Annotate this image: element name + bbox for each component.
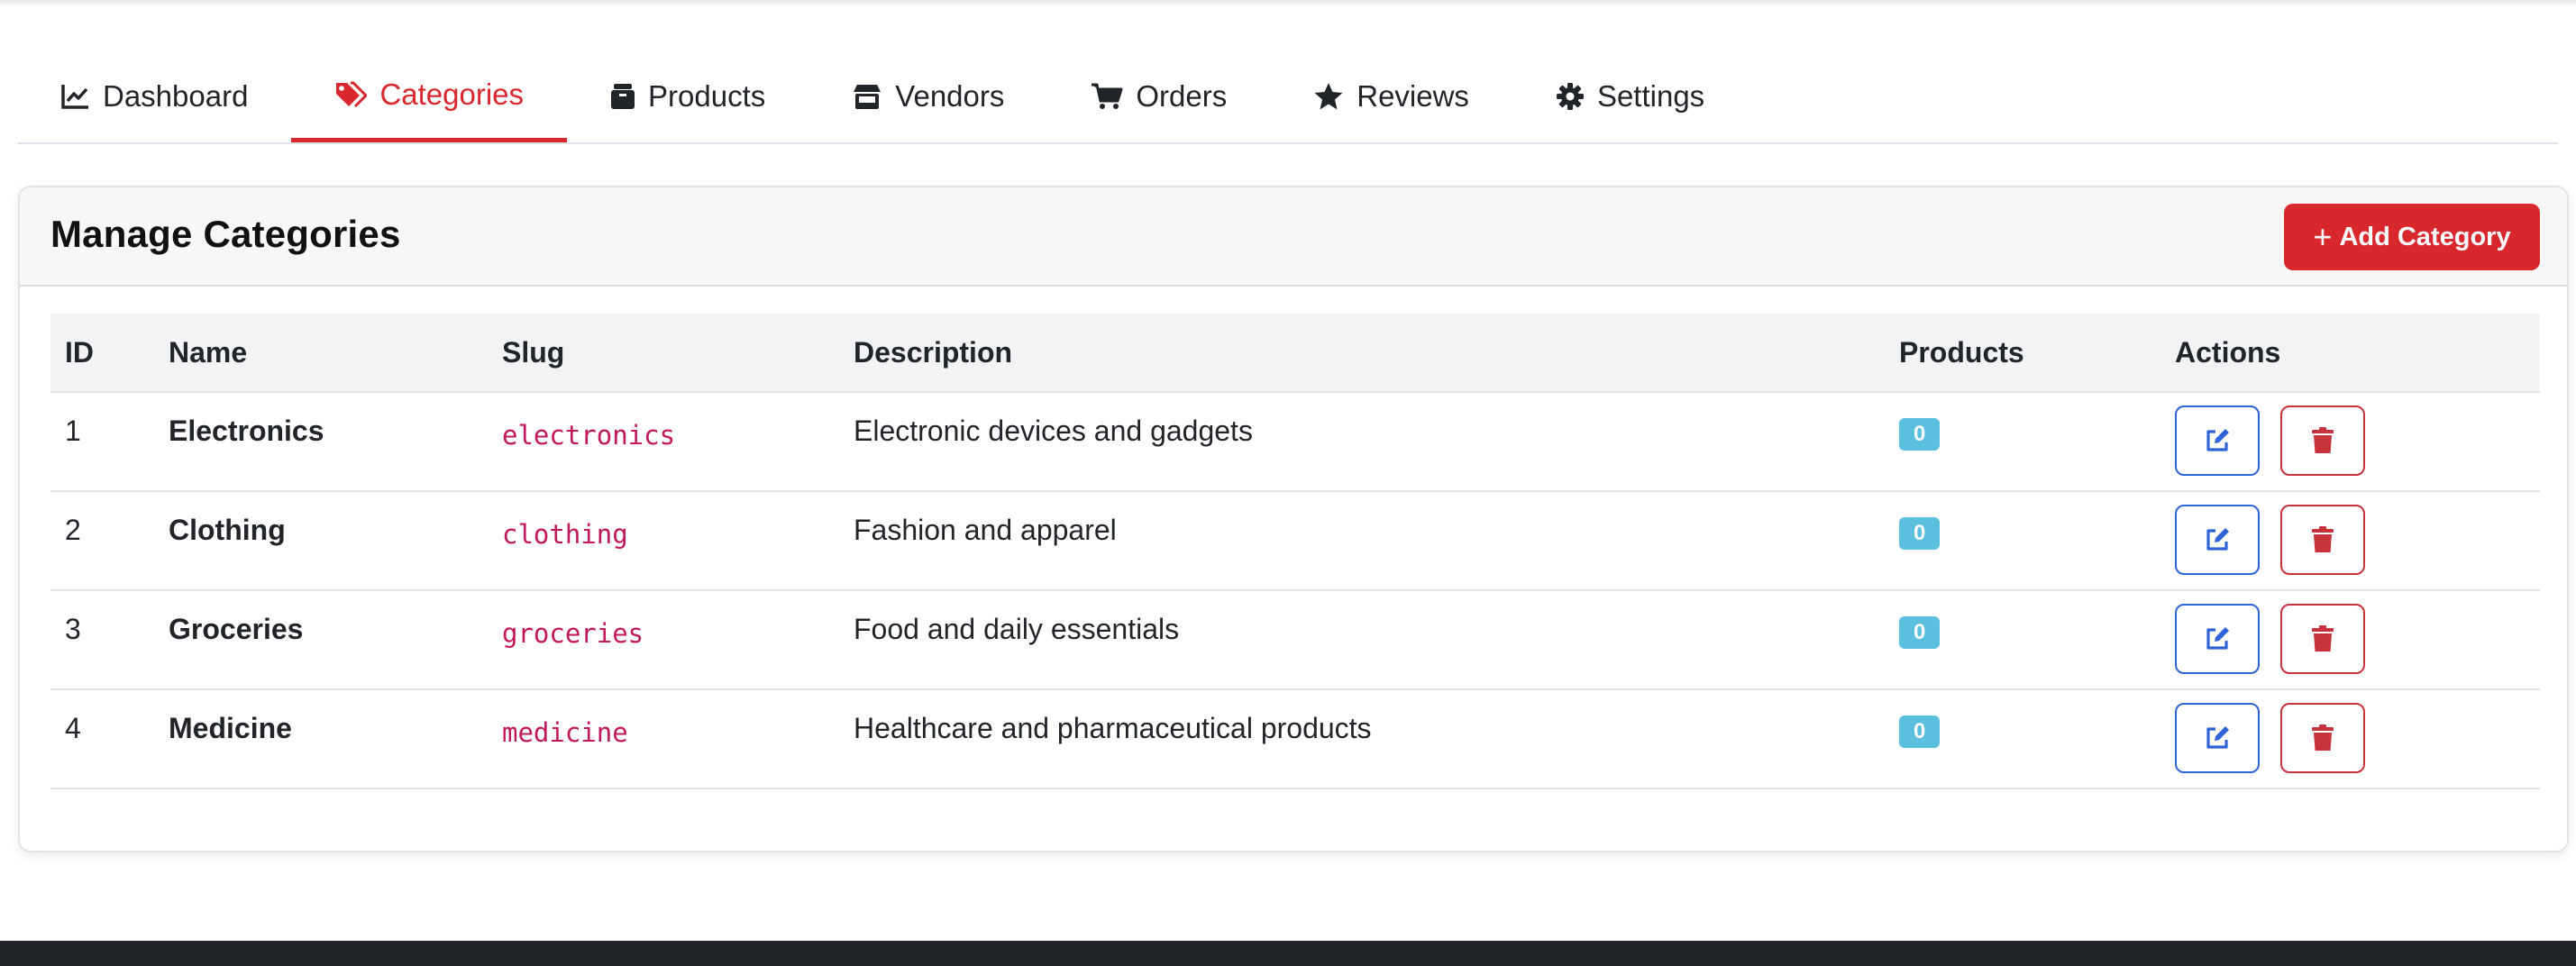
cell-id: 4 <box>50 689 154 789</box>
add-category-button[interactable]: + Add Category <box>2284 204 2540 270</box>
cell-slug: clothing <box>488 491 839 591</box>
header-actions: Actions <box>2160 314 2540 393</box>
table-row: 2 Clothing clothing Fashion and apparel … <box>50 491 2540 591</box>
cell-actions <box>2160 392 2540 492</box>
edit-icon <box>2206 726 2229 749</box>
cell-name: Groceries <box>154 590 488 690</box>
edit-button[interactable] <box>2175 505 2260 575</box>
card-header: Manage Categories + Add Category <box>20 187 2567 287</box>
trash-icon <box>2311 625 2334 652</box>
cell-description: Electronic devices and gadgets <box>839 392 1885 492</box>
trash-icon <box>2311 724 2334 751</box>
categories-card: Manage Categories + Add Category ID Name… <box>18 186 2569 852</box>
product-count-badge: 0 <box>1899 616 1941 649</box>
delete-button[interactable] <box>2279 406 2365 476</box>
cell-products: 0 <box>1885 689 2160 789</box>
tab-orders[interactable]: Orders <box>1047 50 1270 142</box>
table-row: 3 Groceries groceries Food and daily ess… <box>50 590 2540 690</box>
table-header-row: ID Name Slug Description Products Action… <box>50 314 2540 393</box>
cell-actions <box>2160 491 2540 591</box>
cart-icon <box>1091 83 1123 110</box>
tab-label: Orders <box>1136 79 1228 113</box>
chart-line-icon <box>61 83 90 110</box>
cell-id: 3 <box>50 590 154 690</box>
cell-name: Electronics <box>154 392 488 492</box>
header-products: Products <box>1885 314 2160 393</box>
delete-button[interactable] <box>2279 703 2365 773</box>
header-description: Description <box>839 314 1885 393</box>
cell-name: Medicine <box>154 689 488 789</box>
tab-vendors[interactable]: Vendors <box>808 50 1047 142</box>
edit-button[interactable] <box>2175 406 2260 476</box>
delete-button[interactable] <box>2279 604 2365 674</box>
edit-icon <box>2206 429 2229 451</box>
cell-products: 0 <box>1885 491 2160 591</box>
tab-label: Products <box>648 79 766 113</box>
cell-slug: groceries <box>488 590 839 690</box>
table-row: 4 Medicine medicine Healthcare and pharm… <box>50 689 2540 789</box>
cell-name: Clothing <box>154 491 488 591</box>
tab-label: Vendors <box>895 79 1005 113</box>
cell-slug: medicine <box>488 689 839 789</box>
gear-icon <box>1556 82 1585 111</box>
header-slug: Slug <box>488 314 839 393</box>
cell-products: 0 <box>1885 590 2160 690</box>
delete-button[interactable] <box>2279 505 2365 575</box>
edit-icon <box>2206 627 2229 650</box>
page-title: Manage Categories <box>50 213 401 255</box>
tab-dashboard[interactable]: Dashboard <box>18 50 291 142</box>
tags-icon <box>334 81 368 108</box>
edit-icon <box>2206 528 2229 551</box>
box-icon <box>610 83 635 110</box>
tab-label: Settings <box>1596 79 1705 113</box>
nav-tabs: Dashboard Categories Products Vendors Or… <box>18 50 2558 144</box>
table-row: 1 Electronics electronics Electronic dev… <box>50 392 2540 492</box>
product-count-badge: 0 <box>1899 418 1941 451</box>
cell-actions <box>2160 590 2540 690</box>
trash-icon <box>2311 427 2334 453</box>
add-category-label: Add Category <box>2339 222 2511 251</box>
tab-settings[interactable]: Settings <box>1512 50 1748 142</box>
cell-actions <box>2160 689 2540 789</box>
edit-button[interactable] <box>2175 604 2260 674</box>
tab-label: Categories <box>379 77 525 111</box>
product-count-badge: 0 <box>1899 517 1941 550</box>
store-icon <box>852 83 882 110</box>
cell-id: 1 <box>50 392 154 492</box>
tab-label: Reviews <box>1357 79 1469 113</box>
trash-icon <box>2311 526 2334 552</box>
footer-bar <box>0 941 2576 966</box>
header-name: Name <box>154 314 488 393</box>
tab-label: Dashboard <box>103 79 249 113</box>
header-id: ID <box>50 314 154 393</box>
product-count-badge: 0 <box>1899 715 1941 748</box>
cell-description: Fashion and apparel <box>839 491 1885 591</box>
tab-reviews[interactable]: Reviews <box>1270 50 1512 142</box>
cell-slug: electronics <box>488 392 839 492</box>
cell-products: 0 <box>1885 392 2160 492</box>
plus-icon: + <box>2313 218 2333 255</box>
cell-id: 2 <box>50 491 154 591</box>
tab-categories[interactable]: Categories <box>291 50 568 142</box>
edit-button[interactable] <box>2175 703 2260 773</box>
categories-table: ID Name Slug Description Products Action… <box>50 314 2540 789</box>
star-icon <box>1313 82 1344 111</box>
tab-products[interactable]: Products <box>567 50 808 142</box>
cell-description: Healthcare and pharmaceutical products <box>839 689 1885 789</box>
cell-description: Food and daily essentials <box>839 590 1885 690</box>
top-bar-shadow <box>0 0 2576 7</box>
